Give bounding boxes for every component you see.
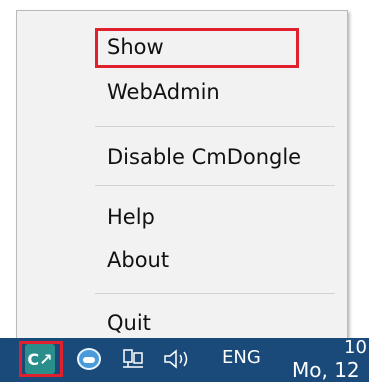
volume-svg — [164, 349, 188, 369]
menu-separator — [95, 126, 335, 127]
dongle-ball — [77, 348, 101, 370]
desktop-edge — [0, 0, 10, 382]
volume-icon[interactable] — [160, 345, 200, 373]
codemeter-highlight-box — [19, 341, 63, 377]
menu-item-about[interactable]: About — [107, 247, 169, 273]
menu-item-disable-cmdongle[interactable]: Disable CmDongle — [107, 144, 301, 170]
menu-item-quit[interactable]: Quit — [107, 310, 151, 336]
language-indicator[interactable]: ENG — [222, 347, 261, 369]
dongle-icon[interactable] — [74, 345, 104, 373]
network-icon[interactable] — [118, 345, 148, 373]
tray-context-menu: Show WebAdmin Disable CmDongle Help Abou… — [16, 10, 348, 348]
menu-separator — [95, 185, 335, 186]
menu-separator — [95, 293, 335, 294]
menu-item-show[interactable]: Show — [107, 34, 164, 60]
clock-time: 10 — [344, 337, 367, 358]
network-svg — [123, 349, 143, 368]
taskbar-clock[interactable]: 10 Mo, 12 — [282, 338, 369, 382]
clock-date: Mo, 12 — [292, 358, 360, 382]
menu-item-webadmin[interactable]: WebAdmin — [107, 79, 220, 105]
menu-item-help[interactable]: Help — [107, 204, 155, 230]
